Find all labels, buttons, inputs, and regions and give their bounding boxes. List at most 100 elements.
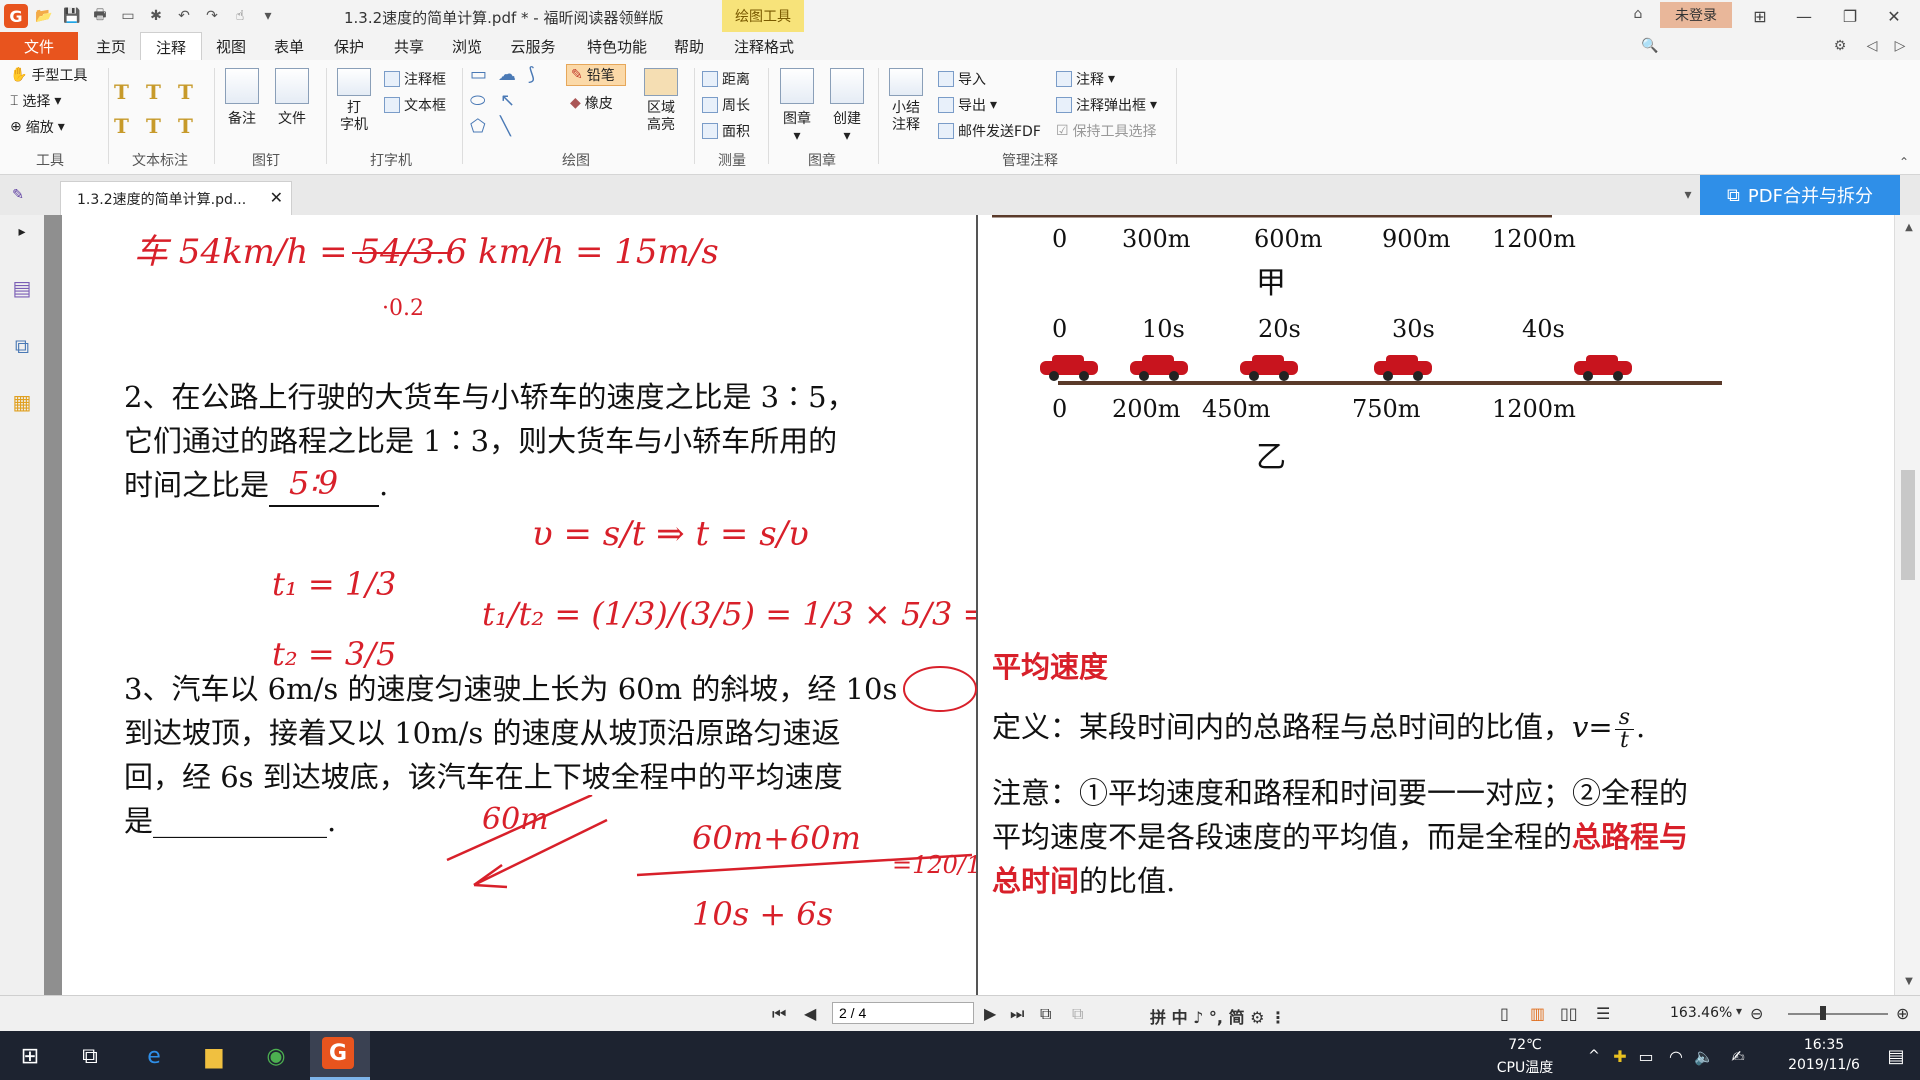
summarize-button[interactable]: 小结 注释 [886,68,926,134]
back-icon[interactable]: ◁ [1862,36,1882,56]
zoom-level[interactable]: 163.46% [1670,1005,1732,1021]
tab-browse[interactable]: 浏览 [440,32,494,60]
hand-tool-button[interactable]: ✋ 手型工具 [10,64,87,86]
squiggly-text-icon[interactable]: T [178,80,193,104]
hand-dropdown-icon[interactable]: ☝ [230,6,250,26]
forward-icon[interactable]: ▷ [1890,36,1910,56]
highlight-text-icon[interactable]: T [114,80,129,104]
continuous-view-icon[interactable]: ▥ [1530,1004,1545,1023]
annotations-button[interactable]: 注释 ▾ [1056,68,1115,90]
edge-browser-icon[interactable]: e [136,1039,172,1073]
zoom-tool-button[interactable]: ⊕ 缩放 ▾ [10,116,65,138]
volume-icon[interactable]: 🔈 [1686,1039,1722,1073]
typewriter-button[interactable]: 打 字机 [334,68,374,134]
tab-help[interactable]: 帮助 [666,32,712,60]
print-icon[interactable]: 🖶 [90,6,110,26]
foxit-taskbar-button[interactable]: G [310,1031,370,1080]
callout-button[interactable]: 注释框 [384,68,446,90]
clock-date[interactable]: 2019/11/6 [1774,1057,1874,1073]
import-button[interactable]: 导入 [938,68,986,90]
minimize-button[interactable]: — [1790,4,1818,28]
expand-panel-icon[interactable]: ▸ [10,219,34,245]
tab-view[interactable]: 视图 [206,32,256,60]
layout-icon[interactable]: ⊞ [1746,4,1774,28]
create-stamp-button[interactable]: 创建 ▾ [826,68,868,144]
strikeout-text-icon[interactable]: T [114,114,129,138]
distance-button[interactable]: 距离 [702,68,750,90]
keep-tool-checkbox[interactable]: ☑ 保持工具选择 [1056,120,1157,142]
new-icon[interactable]: ✱ [146,6,166,26]
share-icon[interactable]: ⌂ [1628,4,1648,24]
previous-view-icon[interactable]: ⧉ [1040,1004,1051,1024]
document-tab[interactable]: 1.3.2速度的简单计算.pd... ✕ [60,181,292,215]
annotation-panel-icon[interactable]: ✎ [8,185,28,205]
zoom-in-icon[interactable]: ⊕ [1896,1004,1909,1023]
area-button[interactable]: 面积 [702,120,750,142]
tab-comment[interactable]: 注释 [140,32,202,62]
tab-list-dropdown-icon[interactable]: ▾ [1678,185,1698,205]
last-page-icon[interactable]: ⏭ [1010,1004,1024,1024]
clock-time[interactable]: 16:35 [1774,1037,1874,1053]
next-page-icon[interactable]: ▶ [984,1004,996,1023]
tab-home[interactable]: 主页 [86,32,136,60]
insert-text-icon[interactable]: T [178,114,193,138]
undo-icon[interactable]: ↶ [174,6,194,26]
tab-file[interactable]: 文件 [0,32,78,60]
eraser-button[interactable]: ◆ 橡皮 [570,92,613,114]
ime-toolbar-icon[interactable]: 拼 中 ♪ °, 简 ⚙ ⋮ [1150,1004,1286,1028]
rectangle-icon[interactable]: ▭ [470,64,487,85]
scroll-down-icon[interactable]: ▼ [1899,971,1919,991]
redo-icon[interactable]: ↷ [202,6,222,26]
foxit-logo-icon[interactable]: G [4,4,28,28]
polygon-icon[interactable]: ⬠ [470,116,486,137]
arrow-icon[interactable]: ↖ [500,90,515,111]
notification-icon[interactable]: ▤ [1878,1039,1914,1073]
windows-start-icon[interactable]: ⊞ [12,1039,48,1073]
oval-icon[interactable]: ⬭ [470,90,485,111]
pen-workspace-icon[interactable]: ✍ [1720,1039,1756,1073]
note-button[interactable]: 备注 [222,68,262,128]
close-button[interactable]: ✕ [1880,4,1908,28]
browser-360-icon[interactable]: ◉ [258,1039,294,1073]
pencil-button[interactable]: ✎ 铅笔 [566,64,626,86]
pages-icon[interactable]: ⧉ [10,333,34,359]
file-attach-button[interactable]: 文件 [272,68,312,128]
zoom-out-icon[interactable]: ⊖ [1750,1004,1763,1023]
email-fdf-button[interactable]: 邮件发送FDF [938,120,1041,142]
restore-button[interactable]: ❐ [1836,4,1864,28]
file-explorer-icon[interactable]: ▆ [196,1039,232,1073]
perimeter-button[interactable]: 周长 [702,94,750,116]
save-icon[interactable]: 💾 [62,6,82,26]
customize-qa-icon[interactable]: ▾ [258,6,278,26]
line-icon[interactable]: ╲ [500,116,511,137]
comments-icon[interactable]: ▦ [10,389,34,415]
tab-cloud[interactable]: 云服务 [500,32,566,60]
pdf-merge-split-button[interactable]: ⧉ PDF合并与拆分 [1700,175,1900,215]
tab-form[interactable]: 表单 [264,32,314,60]
tab-share[interactable]: 共享 [382,32,436,60]
settings-icon[interactable]: ⚙ [1830,36,1850,56]
tab-features[interactable]: 特色功能 [574,32,660,60]
collapse-ribbon-icon[interactable]: ⌃ [1894,152,1914,172]
zoom-dropdown-icon[interactable]: ▾ [1736,1004,1742,1018]
pdf-page[interactable]: 车 54km/h = 54/3.6 km/h = 15m/s ·0.2 2、在公… [62,215,1894,995]
find-icon[interactable]: 🔍 [1640,36,1660,56]
replace-text-icon[interactable]: T [146,114,161,138]
page-number-input[interactable] [832,1002,974,1024]
underline-text-icon[interactable]: T [146,80,161,104]
continuous-facing-icon[interactable]: ☰ [1596,1004,1610,1023]
polyline-icon[interactable]: ⟆ [528,64,535,85]
bookmark-icon[interactable]: ▤ [10,275,34,301]
next-view-icon[interactable]: ⧉ [1072,1004,1083,1024]
popup-button[interactable]: 注释弹出框 ▾ [1056,94,1157,116]
zoom-slider[interactable] [1788,1013,1888,1015]
first-page-icon[interactable]: ⏮ [772,1004,786,1024]
scan-icon[interactable]: ▭ [118,6,138,26]
textbox-button[interactable]: 文本框 [384,94,446,116]
open-icon[interactable]: 📂 [34,6,54,26]
scroll-up-icon[interactable]: ▲ [1899,217,1919,237]
scroll-thumb[interactable] [1901,470,1915,580]
select-tool-button[interactable]: ⌶ 选择 ▾ [10,90,61,112]
task-view-icon[interactable]: ⧉ [72,1039,108,1073]
previous-page-icon[interactable]: ◀ [804,1004,816,1023]
